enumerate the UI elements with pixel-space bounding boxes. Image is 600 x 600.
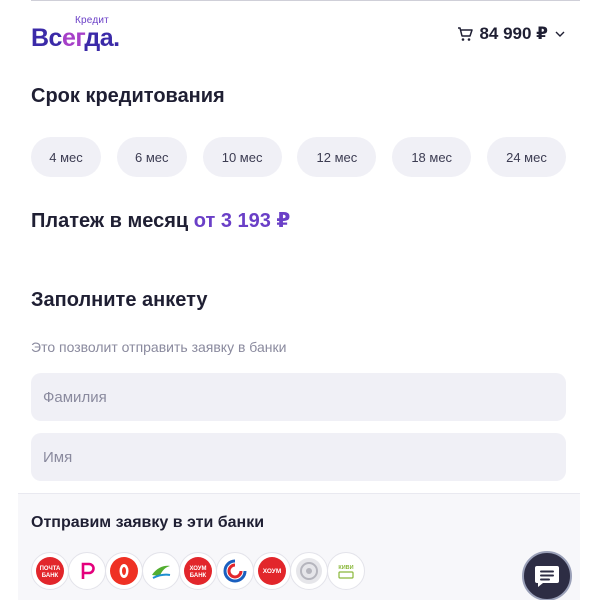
svg-text:ПОЧТА: ПОЧТА [40,566,61,572]
svg-text:БАНК: БАНК [42,573,59,579]
form-title: Заполните анкету [31,289,208,311]
gray-bank-icon [290,552,328,590]
kiwi-bank-icon: КИВИ [327,552,365,590]
monthly-payment-label: Платеж в месяц [31,210,189,232]
pochta-bank-icon: ПОЧТА БАНК [31,552,69,590]
cart-icon [458,27,474,41]
otp-bank-icon [142,552,180,590]
credit-term-title: Срок кредитования [31,85,225,107]
mts-bank-icon [216,552,254,590]
term-option-4[interactable]: 4 мес [31,137,101,177]
surname-field[interactable] [31,373,566,421]
cart-summary-button[interactable]: 84 990 ₽ [457,22,566,46]
monthly-payment-value: от 3 193 ₽ [193,210,291,232]
cart-price: 84 990 ₽ [479,24,548,43]
term-option-18[interactable]: 18 мес [392,137,472,177]
chat-support-button[interactable] [522,551,572,600]
svg-text:ХОУМ: ХОУМ [263,568,282,575]
term-option-10[interactable]: 10 мес [202,137,282,177]
credit-term-options: 4 мес 6 мес 10 мес 12 мес 18 мес 24 мес [31,137,566,177]
home-bank-alt-icon: ХОУМ [253,552,291,590]
term-option-24[interactable]: 24 мес [486,137,566,177]
banks-panel: Отправим заявку в эти банки ПОЧТА БАНК ХО… [18,493,580,600]
form-subtitle: Это позволит отправить заявку в банки [31,339,287,355]
home-bank-icon: ХОУМ БАНК [179,552,217,590]
chevron-down-icon [555,31,565,37]
svg-text:БАНК: БАНК [190,573,207,579]
svg-text:ХОУМ: ХОУМ [189,566,206,572]
top-divider [31,0,580,1]
header: Кредит Всегда. 84 990 ₽ [31,12,566,52]
renaissance-bank-icon [68,552,106,590]
banks-title: Отправим заявку в эти банки [31,514,265,531]
chat-icon [535,566,559,587]
alfa-bank-icon [105,552,143,590]
term-option-12[interactable]: 12 мес [297,137,377,177]
name-field[interactable] [31,433,566,481]
logo-wordmark: Всегда. [31,24,120,52]
monthly-payment: Платеж в месяц от 3 193 ₽ [31,208,290,233]
svg-text:КИВИ: КИВИ [338,565,353,571]
vsegda-logo[interactable]: Кредит Всегда. [31,12,141,52]
term-option-6[interactable]: 6 мес [116,137,187,177]
banks-list: ПОЧТА БАНК ХОУМ БАНК ХОУМ КИВИ [31,552,365,590]
